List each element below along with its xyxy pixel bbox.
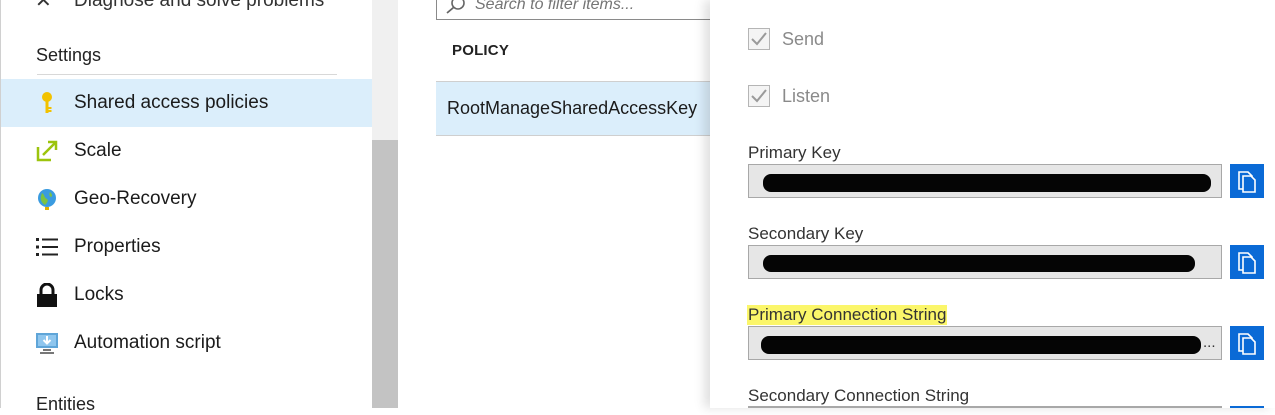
nav-item-label: Locks <box>74 284 124 305</box>
nav-item-label: Automation script <box>74 332 221 353</box>
nav-item-label: Shared access policies <box>74 92 269 113</box>
secondary-key-field[interactable] <box>748 245 1222 279</box>
overflow-ellipsis: ... <box>1203 334 1216 351</box>
secondary-connection-string-label: Secondary Connection String <box>748 386 970 405</box>
settings-section-label: Settings <box>36 45 102 65</box>
copy-primary-connection-string-button[interactable] <box>1230 326 1264 360</box>
monitor-download-icon <box>35 331 59 355</box>
scale-arrow-icon <box>35 139 59 163</box>
redaction-mark <box>761 336 1201 354</box>
policy-list-panel <box>398 0 710 408</box>
nav-item-geo-recovery[interactable]: Geo-Recovery <box>1 175 373 223</box>
globe-icon <box>35 187 59 211</box>
policy-name: RootManageSharedAccessKey <box>447 98 698 118</box>
primary-key-label: Primary Key <box>748 143 841 162</box>
entities-section-label: Entities <box>36 394 96 414</box>
wrench-icon: ✕ <box>35 0 52 12</box>
section-divider <box>37 74 337 75</box>
redaction-mark <box>763 174 1211 192</box>
list-icon <box>35 235 59 259</box>
listen-checkbox[interactable] <box>748 85 770 107</box>
left-nav: ✕ Diagnose and solve problems Settings S… <box>0 0 373 414</box>
redaction-mark <box>763 255 1195 272</box>
search-input[interactable] <box>473 0 717 15</box>
secondary-key-label: Secondary Key <box>748 224 864 243</box>
send-label: Send <box>782 29 825 49</box>
nav-item-label: Scale <box>74 140 122 161</box>
key-icon <box>35 91 59 115</box>
nav-item-shared-access-policies[interactable]: Shared access policies <box>1 79 373 127</box>
scrollbar-thumb[interactable] <box>372 140 398 408</box>
primary-connection-string-field[interactable]: ... <box>748 326 1222 360</box>
table-row[interactable]: RootManageSharedAccessKey <box>436 82 710 136</box>
filter-box <box>436 0 726 20</box>
search-icon <box>446 0 465 14</box>
diagnose-nav-item[interactable]: ✕ Diagnose and solve problems <box>1 0 373 12</box>
checkmark-icon <box>751 89 767 103</box>
copy-secondary-key-button[interactable] <box>1230 245 1264 279</box>
checkmark-icon <box>751 32 767 46</box>
diagnose-label: Diagnose and solve problems <box>74 0 325 11</box>
nav-item-label: Properties <box>74 236 161 257</box>
primary-key-field[interactable] <box>748 164 1222 198</box>
lock-icon <box>35 283 59 307</box>
nav-item-automation-script[interactable]: Automation script <box>1 319 373 367</box>
listen-label: Listen <box>782 86 831 106</box>
nav-item-properties[interactable]: Properties <box>1 223 373 271</box>
copy-primary-key-button[interactable] <box>1230 164 1264 198</box>
send-checkbox[interactable] <box>748 28 770 50</box>
copy-icon <box>1238 252 1256 274</box>
nav-item-locks[interactable]: Locks <box>1 271 373 319</box>
nav-item-scale[interactable]: Scale <box>1 127 373 175</box>
primary-connection-string-label: Primary Connection String <box>747 305 948 325</box>
copy-icon <box>1238 171 1256 193</box>
copy-icon <box>1238 333 1256 355</box>
nav-item-label: Geo-Recovery <box>74 188 197 209</box>
policy-column-header[interactable]: POLICY <box>452 42 509 59</box>
